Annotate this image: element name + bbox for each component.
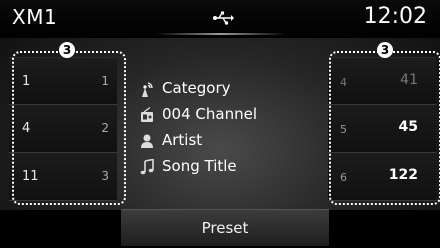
artist-icon	[141, 134, 153, 148]
callout-box-right	[329, 51, 440, 205]
usb-icon	[213, 11, 234, 25]
category-text: Category	[162, 79, 231, 97]
channel-icon	[141, 107, 153, 122]
preset-button-main[interactable]: Preset	[121, 209, 329, 246]
category-icon	[142, 82, 153, 97]
channel-text: 004 Channel	[162, 105, 257, 123]
band-title: XM1	[12, 5, 58, 29]
music-note-icon	[140, 159, 154, 175]
callout-badge-left: 3	[59, 42, 75, 58]
radio-screen: XM1 12:02 1 1 4 2 11 3 4 41 5 45 6 122 3…	[0, 0, 440, 248]
header-divider	[155, 33, 287, 35]
clock: 12:02	[363, 4, 427, 29]
callout-badge-right: 3	[377, 42, 393, 58]
header-bar: XM1 12:02	[0, 0, 440, 38]
song-title-text: Song Title	[162, 157, 237, 175]
artist-text: Artist	[162, 131, 203, 149]
callout-box-left	[12, 51, 126, 205]
